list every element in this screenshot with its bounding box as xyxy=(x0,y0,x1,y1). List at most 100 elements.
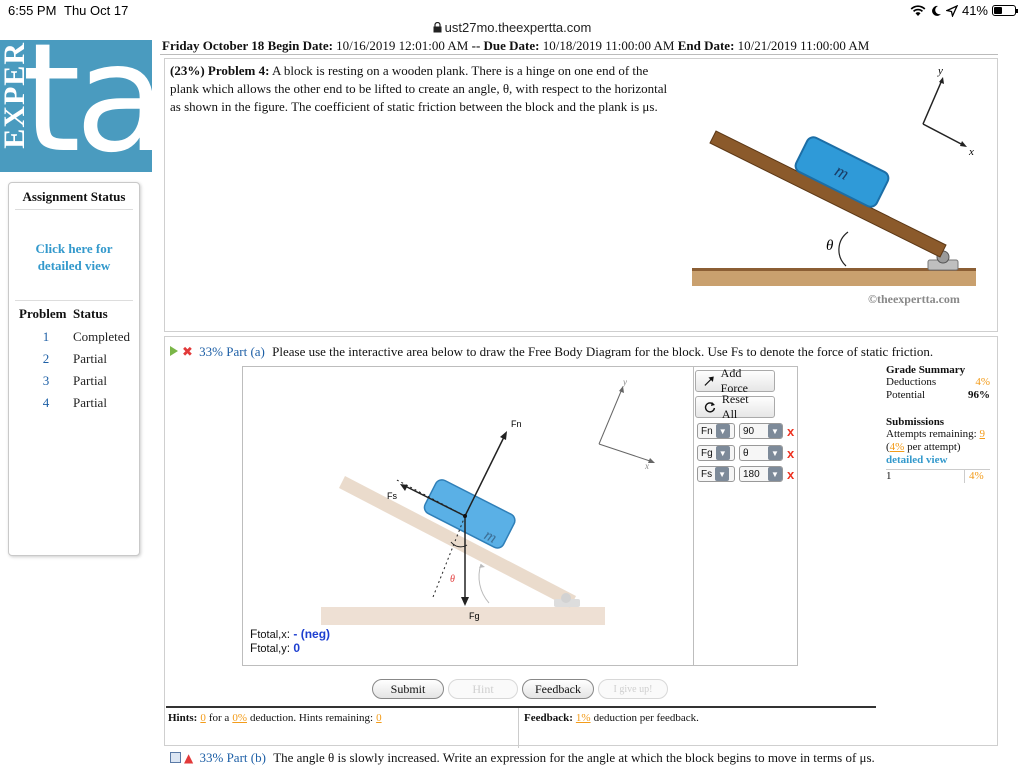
expand-triangle-icon[interactable] xyxy=(170,346,178,356)
battery-icon xyxy=(992,5,1018,16)
force-row-fg: Fg ▼ θ ▼ x xyxy=(697,445,794,461)
problem-number[interactable]: 1 xyxy=(19,329,73,345)
delete-force-icon[interactable]: x xyxy=(787,467,794,482)
dropdown-arrow-icon: ▼ xyxy=(768,467,782,481)
figure-angle-label: θ xyxy=(826,238,834,254)
hint-button[interactable]: Hint xyxy=(448,679,518,699)
problem-statement: (23%) Problem 4: A block is resting on a… xyxy=(170,62,670,116)
hints-feedback-bar: Hints: 0 for a 0% deduction. Hints remaining… xyxy=(166,706,876,748)
fbd-block[interactable]: m xyxy=(422,477,518,551)
fbd-origin-dot xyxy=(463,514,467,518)
feedback-rest: deduction per feedback. xyxy=(593,712,699,724)
delete-force-icon[interactable]: x xyxy=(787,446,794,461)
net-force-readout: Ftotal,x: - (neg) Ftotal,y: 0 xyxy=(250,628,330,656)
potential-row: Potential 96% xyxy=(886,389,990,402)
per-attempt: (4% per attempt) xyxy=(886,441,961,453)
force-angle: 180 xyxy=(743,468,760,480)
feedback-button[interactable]: Feedback xyxy=(522,679,594,699)
problem-row[interactable]: 1 Completed xyxy=(9,326,139,348)
deductions-row: Deductions 4% xyxy=(886,376,990,389)
force-row-fs: Fs ▼ 180 ▼ x xyxy=(697,466,794,482)
problem-number[interactable]: 2 xyxy=(19,351,73,367)
day-label: Friday October 18 xyxy=(162,38,265,53)
problem-row[interactable]: 4 Partial xyxy=(9,392,139,414)
date: Thu Oct 17 xyxy=(64,3,129,18)
problem-number[interactable]: 4 xyxy=(19,395,73,411)
force-name-select[interactable]: Fg ▼ xyxy=(697,445,735,461)
force-name-select[interactable]: Fn ▼ xyxy=(697,423,735,439)
date-separator: -- xyxy=(471,38,481,53)
give-up-button[interactable]: I give up! xyxy=(598,679,668,699)
per-attempt-label: per attempt) xyxy=(907,441,961,453)
url-bar[interactable]: ust27mo.theexpertta.com xyxy=(0,20,1024,40)
fbd-axis-x: x xyxy=(644,461,649,471)
battery-percent: 41% xyxy=(961,3,988,18)
fbd-fs-label: Fs xyxy=(387,491,397,501)
attempts-value: 9 xyxy=(979,428,985,440)
grade-detailed-view-link[interactable]: detailed view xyxy=(886,454,990,467)
force-angle-select[interactable]: 180 ▼ xyxy=(739,466,783,482)
submissions-title: Submissions xyxy=(886,416,945,428)
grade-summary-title: Grade Summary xyxy=(886,364,966,376)
hinge-icon xyxy=(927,250,959,271)
begin-label: Begin Date: xyxy=(267,38,333,53)
assignment-status-panel: Assignment Status Click here for detaile… xyxy=(8,182,140,556)
delete-force-icon[interactable]: x xyxy=(787,424,794,439)
due-label: Due Date: xyxy=(483,38,540,53)
status-bar: 6:55 PM Thu Oct 17 41% xyxy=(0,0,1024,22)
ftotal-y: Ftotal,y: 0 xyxy=(250,641,301,656)
add-force-button[interactable]: Add Force xyxy=(695,366,775,395)
force-name-select[interactable]: Fs ▼ xyxy=(697,466,735,482)
problem-weight: (23%) xyxy=(170,63,205,78)
feedback-info: Feedback: 1% deduction per feedback. xyxy=(524,712,699,724)
fbd-floor xyxy=(321,607,605,625)
end-label: End Date: xyxy=(677,38,735,53)
collapse-icon[interactable] xyxy=(170,752,181,763)
problem-row[interactable]: 3 Partial xyxy=(9,370,139,392)
ftotal-x-value: - (neg) xyxy=(293,627,331,641)
force-name: Fn xyxy=(701,425,713,437)
floor xyxy=(692,270,976,286)
begin-date: 10/16/2019 12:01:00 AM xyxy=(336,38,469,53)
hints-rest: deduction. Hints remaining: xyxy=(249,712,374,724)
submit-button[interactable]: Submit xyxy=(372,679,444,699)
divider xyxy=(15,209,133,210)
potential-value: 96% xyxy=(968,389,990,401)
force-name: Fs xyxy=(701,468,713,480)
part-a-header: ✖ 33% Part (a) Please use the interactiv… xyxy=(170,344,933,360)
force-name: Fg xyxy=(701,447,713,459)
fbd-canvas[interactable]: x y m Fn Fs Fg θ xyxy=(243,367,693,665)
wifi-icon xyxy=(910,4,926,16)
force-angle-select[interactable]: θ ▼ xyxy=(739,445,783,461)
fbd-axes-icon: x y xyxy=(598,377,655,471)
problem-status: Partial xyxy=(73,395,107,410)
grade-summary: Grade Summary Deductions 4% Potential 96% … xyxy=(886,364,990,483)
status-column-header: Status xyxy=(73,306,108,321)
end-date: 10/21/2019 11:00:00 AM xyxy=(737,38,870,53)
fbd-fn-arrowhead xyxy=(500,431,507,440)
dropdown-arrow-icon: ▼ xyxy=(768,446,782,460)
problem-column-header: Problem xyxy=(19,306,67,321)
dropdown-arrow-icon: ▼ xyxy=(715,446,730,460)
detailed-view-link[interactable]: Click here for detailed view xyxy=(15,240,133,274)
assignment-status-title: Assignment Status xyxy=(22,189,126,204)
problem-number[interactable]: 3 xyxy=(19,373,73,389)
hints-divider xyxy=(518,708,519,748)
arrow-icon xyxy=(704,376,714,386)
hints-count: 0 xyxy=(200,712,206,724)
angle-arc xyxy=(838,231,849,267)
force-angle-select[interactable]: 90 ▼ xyxy=(739,423,783,439)
problem-row[interactable]: 2 Partial xyxy=(9,348,139,370)
force-angle: 90 xyxy=(743,425,755,437)
part-a-text: Please use the interactive area below to… xyxy=(272,344,934,359)
reset-all-button[interactable]: Reset All xyxy=(695,392,775,421)
attempts-label: Attempts remaining: xyxy=(886,428,977,440)
hints-for-a: for a xyxy=(208,712,230,724)
expertta-logo[interactable]: EXPER ta xyxy=(0,40,152,172)
per-attempt-pct: 4% xyxy=(889,441,905,453)
potential-label: Potential xyxy=(886,389,926,401)
ftotal-x: Ftotal,x: - (neg) xyxy=(250,627,331,642)
part-a-title: Part (a) xyxy=(226,344,265,359)
deductions-label: Deductions xyxy=(886,376,937,388)
hints-label: Hints: xyxy=(168,712,198,724)
